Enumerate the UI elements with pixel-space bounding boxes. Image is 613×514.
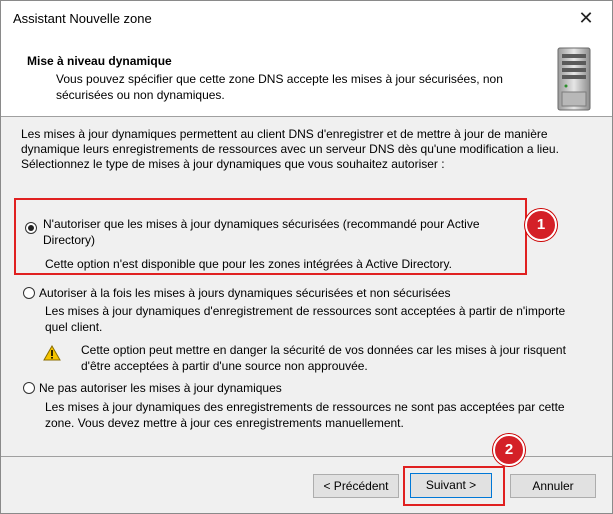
callout-badge-2: 2: [493, 434, 525, 466]
callout-badge-1: 1: [525, 209, 557, 241]
option-secure-only-note: Cette option n'est disponible que pour l…: [45, 257, 452, 271]
option-secure-and-nonsecure-label[interactable]: Autoriser à la fois les mises à jours dy…: [39, 285, 579, 301]
wizard-window: Assistant Nouvelle zone ✕ Mise à niveau …: [0, 0, 613, 514]
next-button[interactable]: Suivant >: [410, 473, 492, 498]
back-button[interactable]: < Précédent: [313, 474, 399, 498]
wizard-body: Les mises à jour dynamiques permettent a…: [1, 116, 612, 456]
radio-secure-only[interactable]: [25, 222, 37, 234]
close-icon[interactable]: ✕: [573, 7, 599, 29]
page-title: Mise à niveau dynamique: [27, 54, 172, 68]
server-icon: [557, 47, 591, 111]
option-secure-only-label[interactable]: N'autoriser que les mises à jour dynamiq…: [43, 216, 513, 248]
title-bar: Assistant Nouvelle zone ✕: [1, 1, 612, 35]
cancel-button[interactable]: Annuler: [510, 474, 596, 498]
radio-no-dynamic[interactable]: [23, 382, 35, 394]
option-secure-and-nonsecure-warning: Cette option peut mettre en danger la sé…: [81, 343, 566, 373]
intro-paragraph: Les mises à jour dynamiques permettent a…: [21, 127, 559, 156]
radio-secure-and-nonsecure[interactable]: [23, 287, 35, 299]
window-title: Assistant Nouvelle zone: [13, 11, 152, 26]
warning-icon: [43, 345, 61, 361]
intro-text: Les mises à jour dynamiques permettent a…: [21, 127, 581, 172]
wizard-header: Mise à niveau dynamique Vous pouvez spéc…: [1, 35, 612, 117]
intro-prompt: Sélectionnez le type de mises à jour dyn…: [21, 157, 445, 171]
page-description: Vous pouvez spécifier que cette zone DNS…: [56, 72, 503, 102]
option-secure-and-nonsecure-note: Les mises à jour dynamiques d'enregistre…: [45, 304, 566, 334]
option-no-dynamic-label[interactable]: Ne pas autoriser les mises à jour dynami…: [39, 380, 559, 396]
option-no-dynamic-note: Les mises à jour dynamiques des enregist…: [45, 400, 565, 430]
